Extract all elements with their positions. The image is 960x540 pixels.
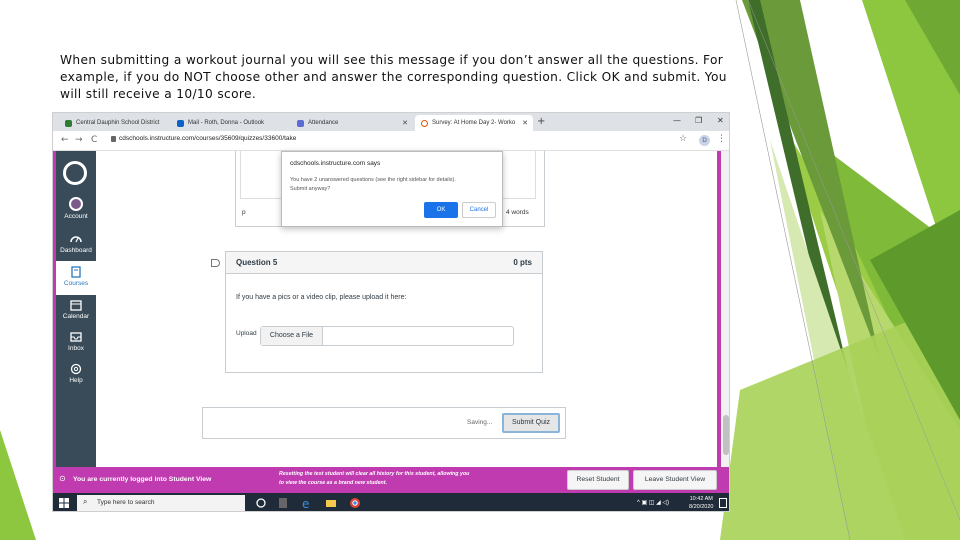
nav-courses[interactable]: Courses (56, 261, 96, 295)
question-title: Question 5 (236, 258, 278, 267)
new-tab-button[interactable]: + (537, 115, 545, 129)
flag-question-icon[interactable] (211, 259, 220, 267)
close-icon[interactable]: ✕ (402, 119, 408, 127)
upload-label: Upload (236, 330, 257, 337)
notification-icon[interactable] (719, 498, 727, 508)
close-icon[interactable]: ✕ (522, 119, 528, 127)
restore-icon[interactable]: ❐ (695, 116, 702, 125)
tab-attendance[interactable]: Attendance ✕ (291, 115, 413, 131)
tab-mail[interactable]: Mail - Roth, Donna - Outlook (171, 115, 289, 131)
tab-central-dauphin[interactable]: Central Dauphin School District (59, 115, 169, 131)
cancel-button[interactable]: Cancel (462, 202, 496, 218)
canvas-logo-icon[interactable] (63, 161, 87, 185)
submit-bar: Saving... Submit Quiz (202, 407, 566, 439)
question-points: 0 pts (513, 258, 532, 267)
file-explorer-icon[interactable] (325, 497, 337, 509)
question-card: Question 5 0 pts If you have a pics or a… (225, 251, 543, 373)
confirm-dialog: cdschools.instructure.com says You have … (281, 151, 503, 227)
taskbar-clock[interactable]: 10:42 AM 8/20/2020 (689, 495, 713, 511)
calculator-icon[interactable] (277, 497, 289, 509)
nav-dashboard[interactable]: Dashboard (56, 233, 96, 254)
nav-calendar[interactable]: Calendar (56, 299, 96, 320)
task-view-icon[interactable] (255, 497, 267, 509)
lock-icon (111, 136, 116, 142)
taskbar-search[interactable]: ⌕ Type here to search (77, 495, 245, 511)
menu-icon[interactable]: ⋮ (717, 134, 726, 144)
slide-caption: When submitting a workout journal you wi… (60, 53, 727, 101)
canvas-page: Account Dashboard Courses Calendar Inbox (53, 151, 729, 467)
search-icon: ⌕ (83, 497, 88, 506)
system-tray[interactable]: ^ ▣ ◫ ◢ ◁) (637, 499, 669, 506)
question-header: Question 5 0 pts (226, 252, 542, 274)
global-nav: Account Dashboard Courses Calendar Inbox (56, 151, 96, 467)
question-text: If you have a pics or a video clip, plea… (236, 294, 407, 301)
file-upload-field[interactable]: Choose a File (260, 326, 514, 346)
slide: When submitting a workout journal you wi… (0, 0, 960, 540)
courses-icon (71, 266, 81, 278)
avatar (69, 197, 83, 211)
loading-icon (421, 119, 428, 127)
dialog-title: cdschools.instructure.com says (290, 160, 381, 167)
editor-path: p (242, 209, 246, 216)
outlook-icon (177, 119, 184, 127)
student-view-icon: ⊙ (59, 474, 66, 483)
profile-avatar[interactable]: D (699, 135, 710, 146)
forms-icon (297, 119, 304, 127)
windows-taskbar: ⌕ Type here to search e ^ ▣ ◫ ◢ ◁) 10:42… (53, 493, 729, 511)
word-count: 4 words (506, 209, 529, 216)
dialog-message: You have 2 unanswered questions (see the… (290, 177, 456, 192)
svg-text:e: e (302, 497, 309, 509)
student-view-note: Resetting the test student will clear al… (279, 471, 470, 486)
nav-help[interactable]: Help (56, 363, 96, 384)
windows-start-icon[interactable] (59, 498, 69, 508)
ok-button[interactable]: OK (424, 202, 458, 218)
bookmark-star-icon[interactable]: ☆ (679, 134, 687, 144)
choose-file-button[interactable]: Choose a File (261, 327, 323, 345)
dashboard-icon (70, 236, 82, 243)
calendar-icon (70, 300, 82, 311)
saving-status: Saving... (467, 419, 493, 426)
inbox-icon (70, 332, 82, 342)
reset-student-button[interactable]: Reset Student (567, 470, 629, 490)
school-icon (65, 119, 72, 127)
chrome-icon[interactable] (349, 497, 361, 509)
tab-survey[interactable]: Survey: At Home Day 2- Worko ✕ (415, 115, 533, 131)
edge-icon[interactable]: e (301, 497, 313, 509)
nav-account[interactable]: Account (56, 197, 96, 220)
help-icon (70, 363, 82, 375)
submit-quiz-button[interactable]: Submit Quiz (502, 413, 560, 433)
scrollbar-thumb[interactable] (723, 415, 729, 455)
browser-tab-bar: Central Dauphin School District Mail - R… (53, 113, 729, 131)
close-window-icon[interactable]: ✕ (717, 116, 724, 125)
url-field[interactable]: cdschools.instructure.com/courses/35609/… (119, 135, 296, 142)
nav-inbox[interactable]: Inbox (56, 331, 96, 352)
leave-student-view-button[interactable]: Leave Student View (633, 470, 717, 490)
reload-icon[interactable]: C (91, 135, 97, 145)
browser-screenshot: Central Dauphin School District Mail - R… (52, 112, 730, 512)
minimize-icon[interactable]: — (673, 116, 681, 125)
back-icon[interactable]: ← (61, 135, 69, 145)
forward-icon[interactable]: → (75, 135, 83, 145)
student-view-bar: ⊙ You are currently logged into Student … (53, 467, 729, 493)
address-bar: ← → C cdschools.instructure.com/courses/… (53, 131, 729, 151)
student-view-message: You are currently logged into Student Vi… (73, 476, 212, 483)
